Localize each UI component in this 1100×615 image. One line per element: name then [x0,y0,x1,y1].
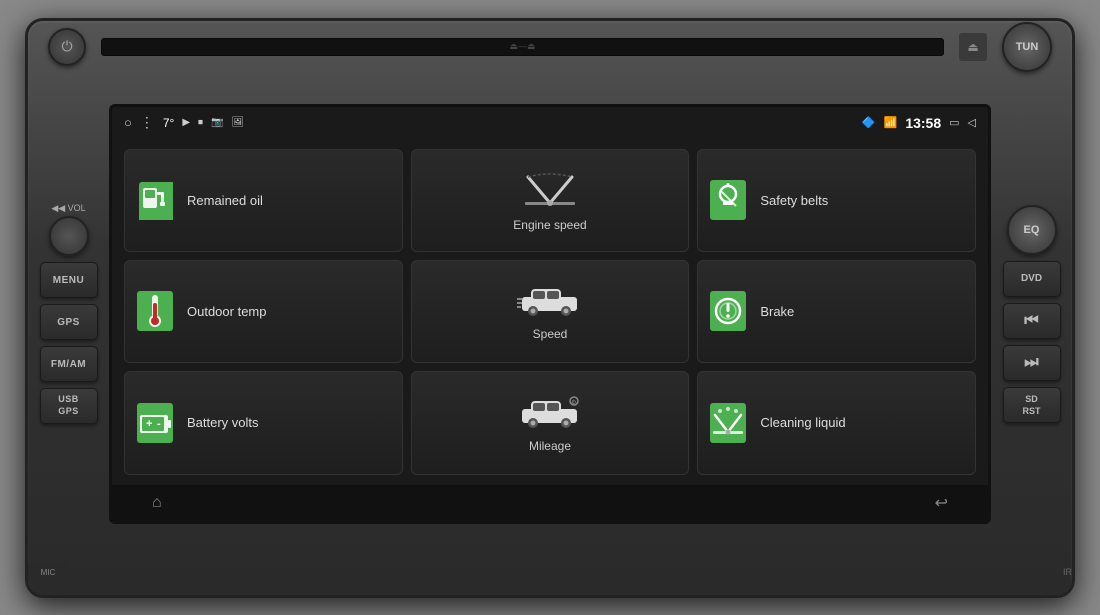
speed-tile[interactable]: Speed [411,260,690,363]
top-bar: ⏻ ⏏—⏏ ⏏ TUN [28,21,1072,73]
dvd-button[interactable]: DVD [1003,261,1061,297]
status-bar: ○ ⋮ 7° ▶ ⏹ 📷 🖼 🔷 📶 13:58 ▭ ◁ [112,107,988,139]
safety-belts-tile[interactable]: Safety belts [697,149,976,252]
car-speed-icon [517,281,582,321]
wifi-icon: 📶 [884,116,898,129]
thermometer-icon [133,289,177,333]
mic-button[interactable]: MIC [28,562,68,582]
radio-bottom-bar: MIC IR [28,555,1072,595]
screen: ○ ⋮ 7° ▶ ⏹ 📷 🖼 🔷 📶 13:58 ▭ ◁ [109,104,991,524]
power-button[interactable]: ⏻ [48,28,86,66]
safety-belt-icon [706,178,750,222]
stop-icon: ⏹ [198,117,203,128]
cleaning-liquid-tile[interactable]: Cleaning liquid [697,371,976,474]
next-track-button[interactable]: ⏭ [1003,345,1061,381]
mileage-label: Mileage [529,439,571,453]
car-mileage-icon: ⚙ [517,393,582,433]
ir-label: IR [1063,567,1072,577]
fmam-button[interactable]: FM/AM [40,346,98,382]
disc-slot-indicator: ⏏—⏏ [509,41,535,52]
gps-button[interactable]: GPS [40,304,98,340]
eq-knob[interactable]: EQ [1007,205,1057,255]
battery-volts-icon: + - [133,401,177,445]
cleaning-liquid-icon [706,401,750,445]
right-controls: EQ DVD ⏮ ⏭ SD RST [999,205,1064,423]
prev-track-button[interactable]: ⏮ [1003,303,1061,339]
svg-text:-: - [157,418,161,430]
svg-text:⚙: ⚙ [571,399,576,406]
play-icon: ▶ [182,117,190,128]
temperature-display: 7° [163,116,174,130]
app-grid: Remained oil [112,139,988,485]
tun-knob[interactable]: TUN [1002,22,1052,72]
wiper-icon [520,169,580,212]
time-display: 13:58 [905,115,941,131]
brake-tile[interactable]: Brake [697,260,976,363]
photo-icon: 🖼 [232,117,245,128]
back-nav-button[interactable]: ↩ [935,493,948,513]
status-right: 🔷 📶 13:58 ▭ ◁ [862,115,976,131]
engine-speed-tile[interactable]: Engine speed [411,149,690,252]
speed-label: Speed [533,327,568,341]
window-icon: ▭ [949,116,959,129]
sdrst-button[interactable]: SD RST [1003,387,1061,423]
brake-label: Brake [760,304,967,319]
mileage-tile[interactable]: ⚙ Mileage [411,371,690,474]
left-controls: ◀◀ VOL MENU GPS FM/AM USBGPS [36,203,101,424]
mic-label: MIC [41,568,56,577]
usbgps-button[interactable]: USBGPS [40,388,98,424]
engine-speed-label: Engine speed [513,218,586,232]
brake-icon [706,289,750,333]
screen-bottom-nav: ⌂ ↩ [112,485,988,521]
outdoor-temp-tile[interactable]: Outdoor temp [124,260,403,363]
back-nav-icon[interactable]: ◁ [968,116,976,129]
remained-oil-label: Remained oil [187,193,394,208]
svg-text:+: + [146,418,152,430]
cleaning-liquid-label: Cleaning liquid [760,415,967,430]
home-nav-button[interactable]: ⌂ [152,494,162,512]
circle-icon[interactable]: ○ [124,115,132,130]
menu-button[interactable]: MENU [40,262,98,298]
vol-knob[interactable] [49,216,89,256]
menu-dots-icon[interactable]: ⋮ [140,114,155,131]
battery-volts-tile[interactable]: + - Battery volts [124,371,403,474]
outdoor-temp-label: Outdoor temp [187,304,394,319]
radio-unit: ⏻ ⏏—⏏ ⏏ TUN ◀◀ VOL MENU GPS FM/AM USBGPS [25,18,1075,598]
eject-button[interactable]: ⏏ [959,33,987,61]
bluetooth-icon: 🔷 [862,116,876,129]
safety-belts-label: Safety belts [760,193,967,208]
gas-pump-icon [133,178,177,222]
main-area: ◀◀ VOL MENU GPS FM/AM USBGPS ○ ⋮ 7° ▶ ⏹ … [28,73,1072,555]
battery-volts-label: Battery volts [187,415,394,430]
remained-oil-tile[interactable]: Remained oil [124,149,403,252]
vol-label: ◀◀ VOL [51,203,85,214]
camera-icon: 📷 [211,117,223,128]
